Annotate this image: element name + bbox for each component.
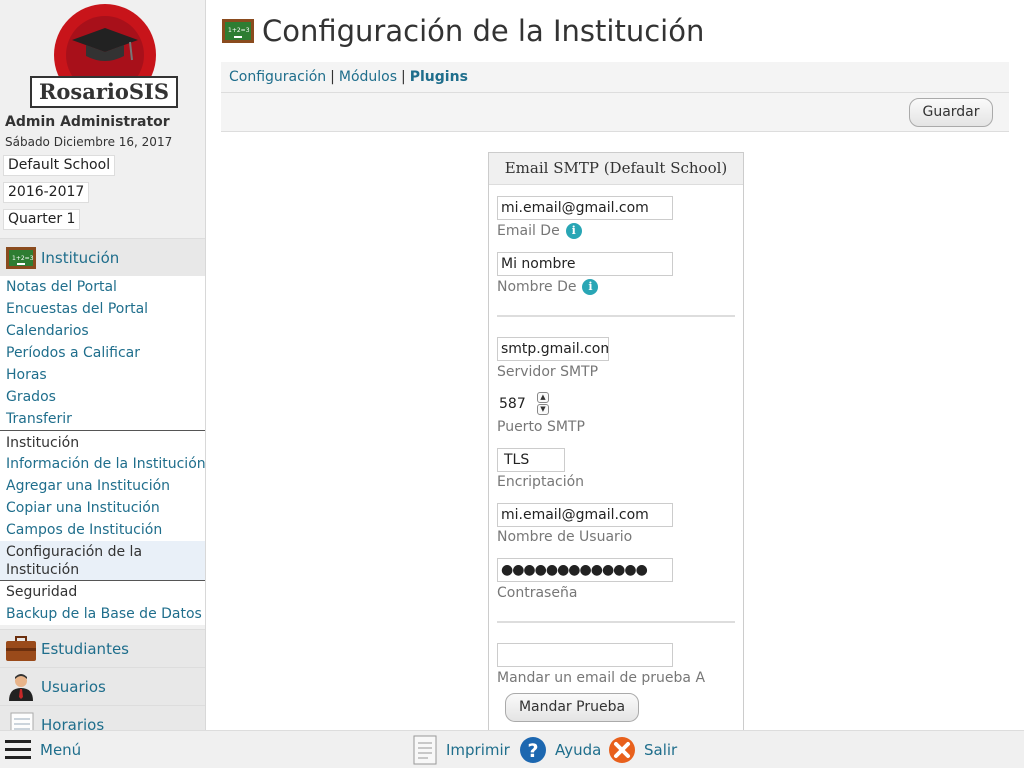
username-label: Nombre de Usuario (497, 529, 633, 545)
logo-badge: RosarioSIS (30, 76, 178, 108)
spinner-down-icon[interactable]: ▼ (537, 404, 549, 415)
logo-text: RosarioSIS (38, 79, 170, 104)
svg-text:1+2=3: 1+2=3 (12, 255, 34, 262)
logout-label: Salir (644, 741, 678, 759)
send-test-button[interactable]: Mandar Prueba (505, 693, 639, 722)
help-icon: ? (520, 737, 546, 763)
menu-encuestas-portal[interactable]: Encuestas del Portal (0, 298, 205, 320)
menu-notas-portal[interactable]: Notas del Portal (0, 276, 205, 298)
school-select[interactable]: Default School (3, 155, 116, 176)
module-usuarios[interactable]: Usuarios (0, 667, 205, 705)
page-title: Configuración de la Institución (262, 14, 705, 48)
info-icon[interactable]: i (582, 279, 599, 295)
chalkboard-icon: 1+2=3 (6, 246, 36, 269)
tab-configuracion[interactable]: Configuración (229, 69, 326, 85)
menu-agregar-institucion[interactable]: Agregar una Institución (0, 475, 205, 497)
menu-section-seguridad: Seguridad (6, 584, 78, 600)
notepad-icon (10, 712, 34, 730)
menu-backup-base-datos[interactable]: Backup de la Base de Datos (0, 603, 205, 625)
name-from-label: Nombre De i (497, 279, 599, 295)
print-label: Imprimir (446, 741, 510, 759)
divider (497, 621, 735, 623)
name-from-input[interactable]: Mi nombre (497, 252, 673, 276)
graduation-cap-icon (72, 28, 138, 61)
school-year-select[interactable]: 2016-2017 (3, 182, 90, 203)
menu-calendarios[interactable]: Calendarios (0, 320, 205, 342)
divider (497, 315, 735, 317)
help-label: Ayuda (555, 741, 602, 759)
menu-button[interactable]: Menú (4, 731, 81, 768)
smtp-port-label: Puerto SMTP (497, 419, 585, 435)
save-button[interactable]: Guardar (909, 98, 993, 127)
password-input[interactable]: ●●●●●●●●●●●●● (497, 558, 673, 582)
help-button[interactable]: ? Ayuda (519, 731, 601, 768)
menu-horas[interactable]: Horas (0, 364, 205, 386)
module-estudiantes[interactable]: Estudiantes (0, 629, 205, 667)
briefcase-icon (6, 635, 36, 661)
smtp-server-input[interactable]: smtp.gmail.com (497, 337, 609, 361)
menu-copiar-institucion[interactable]: Copiar una Institución (0, 497, 205, 519)
email-smtp-panel: Email SMTP (Default School) mi.email@gma… (488, 152, 744, 742)
svg-text:1+2=3: 1+2=3 (228, 27, 250, 34)
tab-separator: | (401, 69, 406, 85)
bottom-toolbar: Menú Imprimir ? Ayuda Salir (0, 730, 1024, 768)
module-horarios-label: Horarios (41, 715, 105, 731)
module-menu-list: Notas del Portal Encuestas del Portal Ca… (0, 276, 205, 625)
password-label: Contraseña (497, 585, 578, 601)
module-usuarios-label: Usuarios (41, 677, 106, 696)
encryption-label: Encriptación (497, 474, 585, 490)
config-tabs: Configuración | Módulos | Plugins (221, 62, 1009, 92)
module-horarios[interactable]: Horarios (0, 705, 205, 731)
marking-period-select[interactable]: Quarter 1 (3, 209, 81, 230)
chalkboard-icon: 1+2=3 (222, 19, 254, 43)
test-email-input[interactable] (497, 643, 673, 667)
encryption-input[interactable]: TLS (497, 448, 565, 472)
rosariosis-logo[interactable]: RosarioSIS (30, 4, 180, 108)
smtp-port-input[interactable]: 587 (497, 393, 533, 417)
svg-text:?: ? (527, 740, 538, 762)
module-institucion[interactable]: 1+2=3 Institución (0, 238, 205, 276)
print-icon (413, 735, 437, 765)
module-estudiantes-label: Estudiantes (41, 639, 129, 658)
email-from-label: Email De i (497, 223, 582, 239)
spinner-up-icon[interactable]: ▲ (537, 392, 549, 403)
username-input[interactable]: mi.email@gmail.com (497, 503, 673, 527)
print-button[interactable]: Imprimir (412, 731, 510, 768)
user-icon (9, 673, 33, 701)
menu-periodos-calificar[interactable]: Períodos a Calificar (0, 342, 205, 364)
menu-configuracion-institucion[interactable]: Configuración de la Institución (0, 541, 205, 581)
test-email-label: Mandar un email de prueba A (497, 670, 706, 686)
panel-heading: Email SMTP (Default School) (489, 153, 743, 185)
tab-plugins[interactable]: Plugins (410, 69, 468, 85)
menu-campos-institucion[interactable]: Campos de Institución (0, 519, 205, 541)
menu-section-institucion: Institución (0, 430, 205, 453)
menu-informacion-institucion[interactable]: Información de la Institución (0, 453, 205, 475)
email-from-label-text: Email De (497, 223, 560, 239)
user-name: Admin Administrator (5, 114, 170, 130)
smtp-server-label: Servidor SMTP (497, 364, 599, 380)
close-icon (609, 737, 635, 763)
name-from-label-text: Nombre De (497, 279, 577, 295)
sidebar: RosarioSIS Admin Administrator Sábado Di… (0, 0, 206, 730)
main-content: 1+2=3 Configuración de la Institución Co… (206, 0, 1024, 742)
save-bar: Guardar (221, 92, 1009, 132)
menu-label: Menú (40, 741, 82, 759)
current-date: Sábado Diciembre 16, 2017 (5, 135, 173, 149)
module-institucion-label: Institución (41, 248, 120, 267)
email-from-input[interactable]: mi.email@gmail.com (497, 196, 673, 220)
info-icon[interactable]: i (565, 223, 582, 239)
hamburger-icon (5, 740, 31, 759)
tab-separator: | (330, 69, 335, 85)
logout-button[interactable]: Salir (608, 731, 677, 768)
menu-grados[interactable]: Grados (0, 386, 205, 408)
tab-modulos[interactable]: Módulos (339, 69, 397, 85)
menu-transferir[interactable]: Transferir (0, 408, 205, 430)
